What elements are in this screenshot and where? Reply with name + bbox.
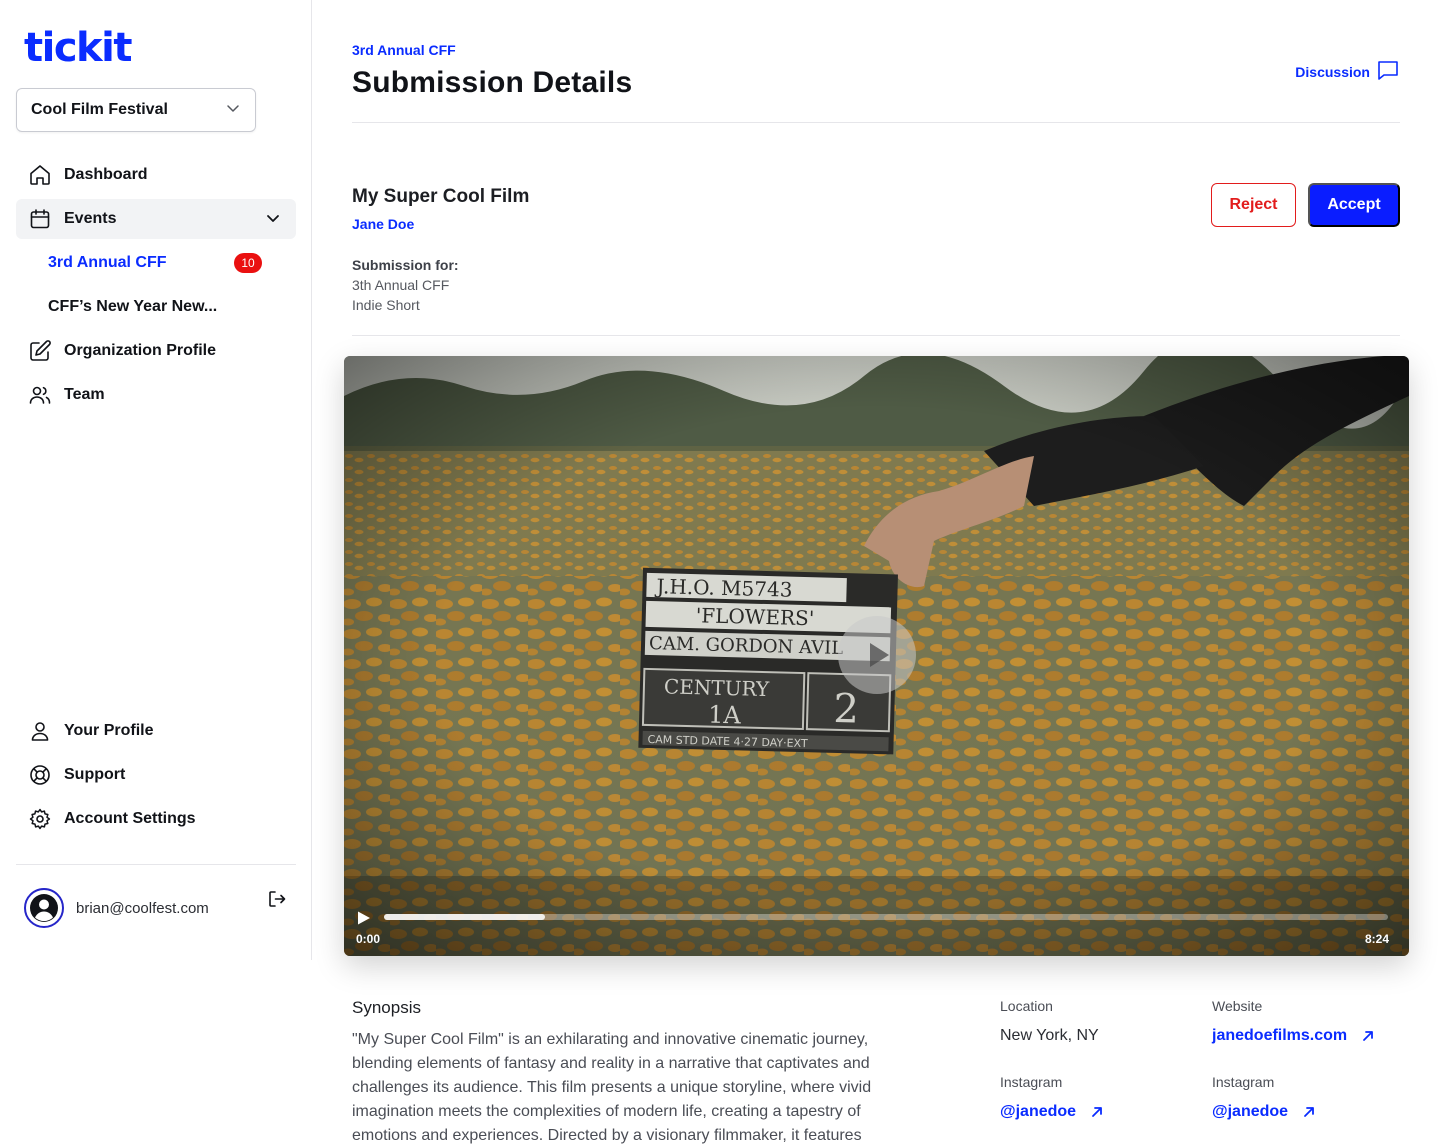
discussion-button[interactable]: Discussion: [1295, 58, 1400, 85]
instagram-link-text: @janedoe: [1212, 1103, 1289, 1120]
lifebuoy-icon: [28, 763, 52, 787]
reject-button[interactable]: Reject: [1211, 183, 1296, 227]
nav-item-label: Dashboard: [64, 166, 148, 183]
page-title: Submission Details: [352, 66, 633, 99]
film-author-link[interactable]: Jane Doe: [352, 216, 414, 232]
edit-icon: [28, 339, 52, 363]
synopsis-text: "My Super Cool Film" is an exhilarating …: [352, 1031, 872, 1144]
organization-select[interactable]: Cool Film Festival: [16, 88, 256, 132]
chevron-down-icon[interactable]: [264, 209, 282, 232]
users-icon: [28, 383, 52, 407]
avatar[interactable]: [24, 888, 64, 928]
accept-button[interactable]: Accept: [1308, 183, 1400, 227]
nav-item-label: Account Settings: [64, 810, 196, 827]
play-overlay-button[interactable]: [838, 616, 916, 694]
play-pause-button[interactable]: [356, 910, 372, 926]
nav-item-label: Organization Profile: [64, 342, 217, 359]
nav-item-support[interactable]: Support: [16, 755, 296, 795]
sidebar-divider: [16, 864, 296, 865]
nav-item-team[interactable]: Team: [16, 375, 296, 415]
nav-item-label: Support: [64, 766, 126, 783]
gear-icon: [28, 807, 52, 831]
submission-event: 3th Annual CFF: [352, 277, 450, 293]
website-link[interactable]: janedoefilms.com: [1212, 1027, 1375, 1045]
film-title: My Super Cool Film: [352, 186, 530, 207]
submission-category: Indie Short: [352, 297, 420, 313]
instagram-link-secondary[interactable]: @janedoe: [1212, 1103, 1316, 1121]
tickit-logo[interactable]: tickit: [24, 28, 132, 68]
header-divider: [352, 122, 1400, 123]
location-label: Location: [1000, 998, 1053, 1014]
user-avatar-icon: [30, 894, 58, 922]
website-link-text: janedoefilms.com: [1212, 1027, 1348, 1044]
external-link-icon: [1304, 1107, 1314, 1117]
home-icon: [28, 163, 52, 187]
notification-count-badge: 10: [234, 253, 262, 273]
nav-item-account-settings[interactable]: Account Settings: [16, 799, 296, 839]
nav-item-label: Your Profile: [64, 722, 154, 739]
instagram-label: Instagram: [1000, 1074, 1063, 1090]
section-divider: [352, 335, 1400, 336]
calendar-icon: [28, 207, 52, 231]
sidebar: tickit Cool Film Festival Dashboard Even…: [0, 0, 312, 960]
nav-item-events[interactable]: Events: [16, 199, 296, 239]
synopsis-heading: Synopsis: [352, 998, 421, 1017]
nav-item-label: Team: [64, 386, 105, 403]
video-player[interactable]: J.H.O. M5743 'FLOWERS' CAM. GORDON AVIL …: [344, 356, 1409, 956]
video-buffered-fill: [384, 914, 545, 920]
website-label: Website: [1212, 998, 1263, 1014]
instagram-link-text: @janedoe: [1000, 1103, 1077, 1120]
user-account-row[interactable]: brian@coolfest.com: [24, 888, 296, 928]
sidebar-item-cff-new-year[interactable]: CFF’s New Year New...: [48, 291, 268, 323]
external-link-icon: [1092, 1107, 1102, 1117]
sidebar-item-label: CFF’s New Year New...: [48, 298, 218, 315]
video-progress-bar[interactable]: [384, 914, 1388, 920]
submission-for-label: Submission for:: [352, 257, 459, 273]
event-breadcrumb[interactable]: 3rd Annual CFF: [352, 42, 456, 58]
location-value: New York, NY: [1000, 1027, 1099, 1044]
discussion-label: Discussion: [1295, 63, 1370, 80]
nav-item-your-profile[interactable]: Your Profile: [16, 711, 296, 751]
play-icon: [358, 911, 370, 925]
user-email: brian@coolfest.com: [76, 899, 209, 917]
chat-bubble-icon: [1376, 58, 1400, 85]
organization-select-value: Cool Film Festival: [31, 101, 168, 118]
external-link-icon: [1363, 1031, 1374, 1041]
sidebar-item-label: 3rd Annual CFF: [48, 254, 167, 271]
nav-item-organization-profile[interactable]: Organization Profile: [16, 331, 296, 371]
instagram-link[interactable]: @janedoe: [1000, 1103, 1104, 1121]
instagram-label-secondary: Instagram: [1212, 1074, 1275, 1090]
video-duration: 8:24: [1364, 932, 1389, 946]
logout-icon[interactable]: [266, 888, 288, 910]
play-icon: [870, 643, 889, 667]
user-icon: [28, 719, 52, 743]
nav-item-dashboard[interactable]: Dashboard: [16, 155, 296, 195]
chevron-down-icon: [225, 100, 241, 121]
sidebar-item-3rd-annual-cff[interactable]: 3rd Annual CFF 10: [48, 247, 268, 279]
nav-item-label: Events: [64, 210, 117, 227]
current-time: 0:00: [356, 932, 381, 946]
